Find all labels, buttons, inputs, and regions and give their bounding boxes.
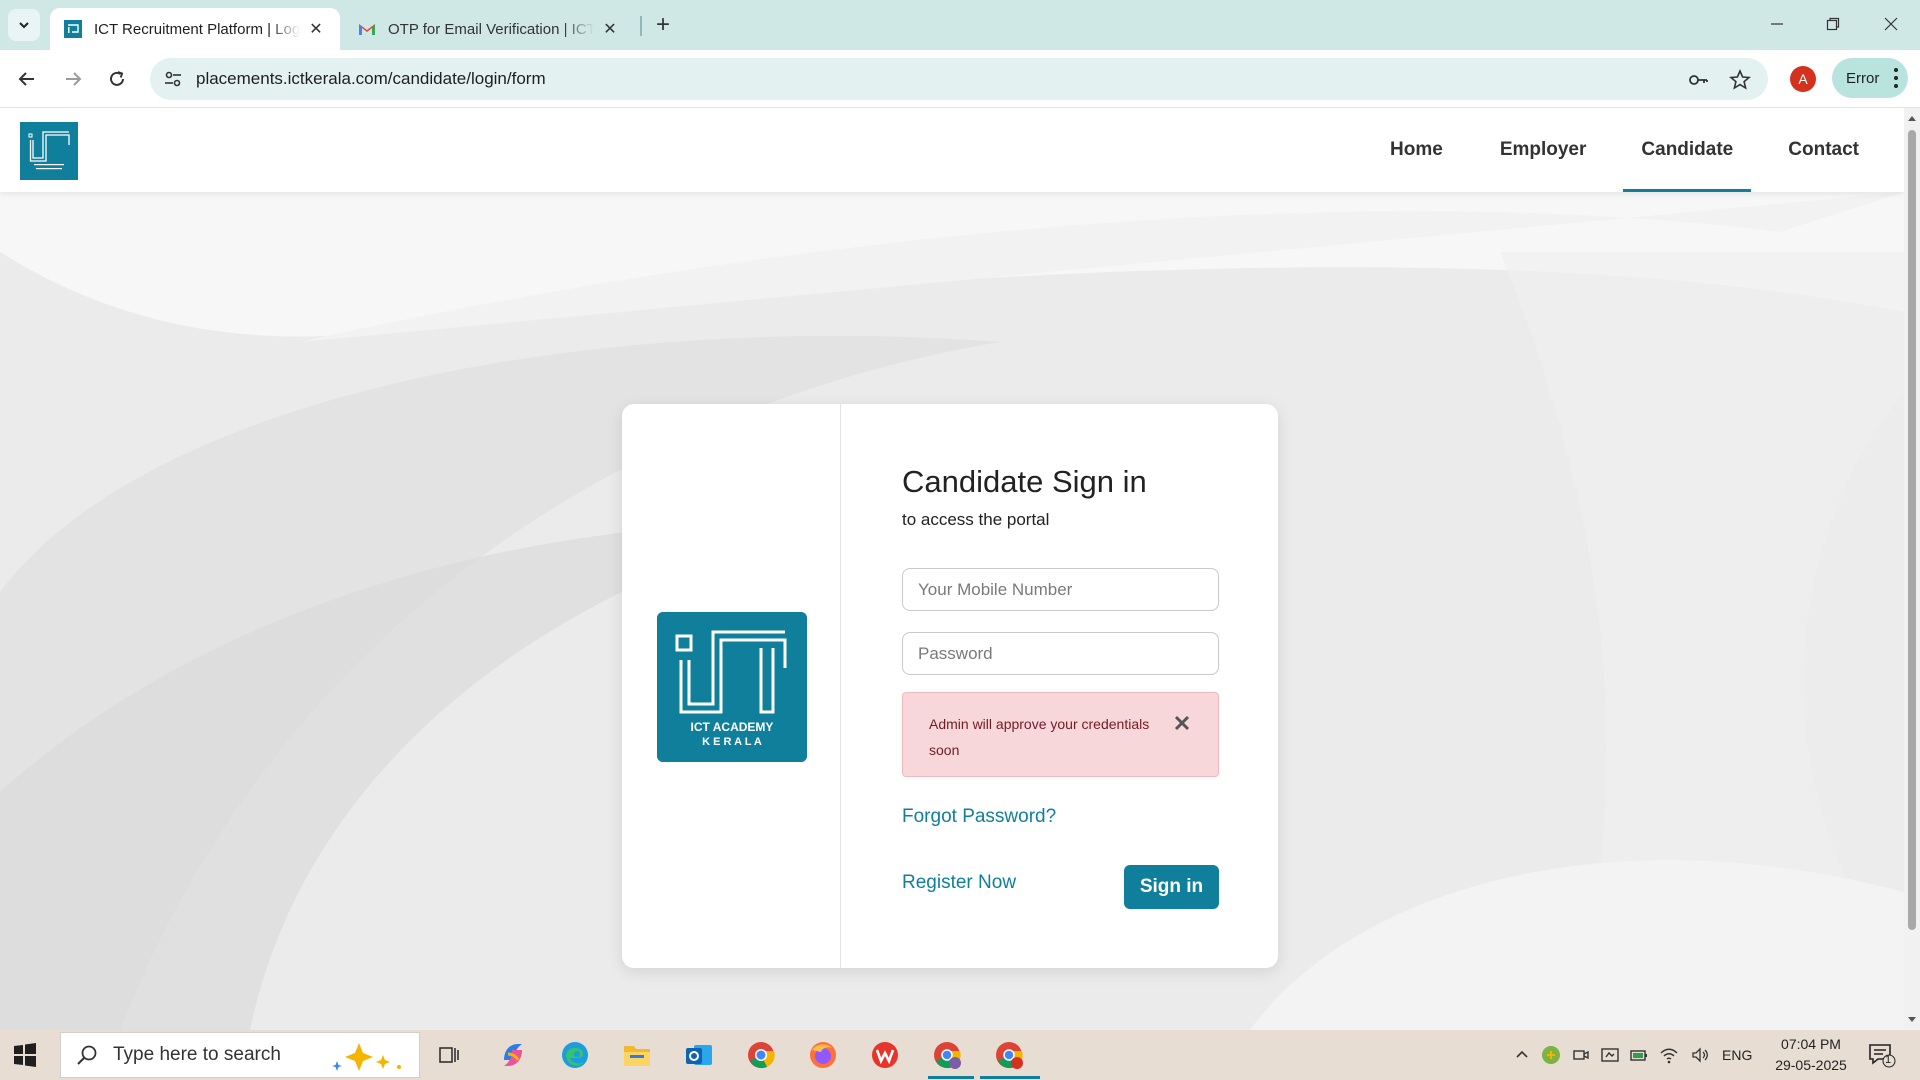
- gmail-icon: [359, 24, 375, 35]
- restore-button[interactable]: [1808, 6, 1858, 42]
- nav-home[interactable]: Home: [1372, 108, 1463, 192]
- page-title: Candidate Sign in: [902, 464, 1147, 499]
- alert-message: Admin will approve your credentials soon: [929, 716, 1150, 758]
- arrow-left-icon: [18, 72, 34, 86]
- page-viewport: Home Employer Candidate Contact ICT ACAD…: [0, 108, 1904, 1030]
- edge-browser-icon[interactable]: [558, 1038, 592, 1072]
- register-now-link[interactable]: Register Now: [902, 872, 1016, 894]
- browser-toolbar: placements.ictkerala.com/candidate/login…: [0, 50, 1920, 108]
- sync-app-icon[interactable]: [1541, 1045, 1561, 1065]
- windows-taskbar: Type here to search ENG 07:04 PM 29-05-2…: [0, 1030, 1920, 1080]
- url-text[interactable]: placements.ictkerala.com/candidate/login…: [196, 69, 546, 89]
- security-app-icon[interactable]: [1600, 1045, 1620, 1065]
- forgot-password-link[interactable]: Forgot Password?: [902, 806, 1056, 828]
- plus-icon: +: [655, 11, 670, 38]
- ict-favicon-icon: [64, 20, 82, 38]
- windows-start-icon[interactable]: [10, 1040, 40, 1070]
- profile-error-label: Error: [1846, 69, 1880, 87]
- restore-icon: [1826, 17, 1840, 31]
- notification-icon: [1869, 1044, 1896, 1068]
- search-icon: [77, 1045, 97, 1065]
- chrome-profile-b-icon[interactable]: [930, 1038, 964, 1072]
- task-view-icon[interactable]: [432, 1038, 466, 1072]
- minimize-icon: [1771, 23, 1783, 25]
- ict-academy-logo[interactable]: [20, 122, 78, 180]
- password-input[interactable]: [902, 632, 1219, 675]
- new-tab-button[interactable]: +: [650, 11, 676, 38]
- address-bar[interactable]: placements.ictkerala.com/candidate/login…: [150, 58, 1768, 100]
- taskbar-search[interactable]: Type here to search: [60, 1032, 420, 1078]
- arrow-right-icon: [66, 72, 82, 86]
- file-explorer-icon[interactable]: [620, 1038, 654, 1072]
- search-placeholder: Type here to search: [113, 1044, 281, 1065]
- volume-icon[interactable]: [1690, 1045, 1710, 1065]
- mobile-number-input[interactable]: [902, 568, 1219, 611]
- chrome-profile-a-icon[interactable]: [992, 1038, 1026, 1072]
- tab-separator: [640, 16, 642, 36]
- site-header: Home Employer Candidate Contact: [0, 108, 1904, 192]
- copilot-sparkle-icon: [332, 1043, 401, 1071]
- site-info-icon[interactable]: [162, 68, 184, 90]
- clock-time[interactable]: 07:04 PM: [1776, 1036, 1846, 1052]
- scroll-down-icon[interactable]: [1907, 1014, 1917, 1024]
- minimize-button[interactable]: [1752, 6, 1802, 42]
- close-icon[interactable]: ✕: [600, 19, 620, 39]
- input-language[interactable]: ENG: [1722, 1047, 1752, 1063]
- nav-employer[interactable]: Employer: [1482, 108, 1605, 192]
- wifi-icon[interactable]: [1659, 1045, 1679, 1065]
- clock-date[interactable]: 29-05-2025: [1770, 1057, 1852, 1073]
- firefox-icon[interactable]: [806, 1038, 840, 1072]
- forward-button[interactable]: [56, 62, 90, 96]
- outlook-icon[interactable]: [682, 1038, 716, 1072]
- scroll-up-icon[interactable]: [1907, 114, 1917, 124]
- approval-alert: Admin will approve your credentials soon: [902, 692, 1219, 777]
- login-card: ICT ACADEMY K E R A L A Candidate Sign i…: [622, 404, 1278, 968]
- card-logo-panel: ICT ACADEMY K E R A L A: [622, 404, 841, 968]
- page-subtitle: to access the portal: [902, 510, 1050, 529]
- tab-title: ICT Recruitment Platform | Login: [94, 20, 300, 38]
- password-key-icon[interactable]: [1686, 68, 1710, 92]
- bookmark-star-icon[interactable]: [1728, 68, 1752, 92]
- scroll-thumb[interactable]: [1908, 130, 1916, 930]
- browser-tab-bar: ICT Recruitment Platform | Login ✕ OTP f…: [0, 0, 1920, 50]
- reload-button[interactable]: [100, 62, 134, 96]
- close-window-button[interactable]: [1866, 6, 1916, 42]
- tab-ict-recruitment[interactable]: ICT Recruitment Platform | Login ✕: [50, 8, 340, 50]
- page-scrollbar[interactable]: [1904, 108, 1920, 1030]
- chevron-down-icon: [19, 22, 29, 29]
- close-icon[interactable]: [1172, 713, 1192, 733]
- close-icon: [1884, 17, 1898, 31]
- close-icon[interactable]: ✕: [306, 19, 326, 39]
- main-nav: Home Employer Candidate Contact: [1353, 108, 1904, 192]
- nav-contact[interactable]: Contact: [1770, 108, 1877, 192]
- tab-otp-email[interactable]: OTP for Email Verification | ICT Academy…: [344, 8, 634, 50]
- back-button[interactable]: [10, 62, 44, 96]
- login-form: Candidate Sign in to access the portal A…: [842, 404, 1278, 968]
- wps-office-icon[interactable]: [868, 1038, 902, 1072]
- logo-text-line1: ICT ACADEMY: [690, 720, 774, 734]
- notification-center-button[interactable]: 1: [1868, 1042, 1896, 1068]
- active-app-indicator: [928, 1076, 974, 1079]
- profile-error-button[interactable]: Error: [1832, 58, 1908, 98]
- nav-candidate[interactable]: Candidate: [1623, 108, 1752, 192]
- active-app-indicator: [980, 1076, 1040, 1079]
- chevron-up-icon[interactable]: [1512, 1045, 1532, 1065]
- copilot-app-icon[interactable]: [496, 1038, 530, 1072]
- reload-icon: [110, 71, 124, 86]
- meet-now-icon[interactable]: [1571, 1045, 1591, 1065]
- tab-title: OTP for Email Verification | ICT Academy: [388, 20, 594, 38]
- sign-in-button[interactable]: Sign in: [1124, 865, 1219, 909]
- logo-text-line2: K E R A L A: [702, 736, 762, 748]
- profile-avatar[interactable]: A: [1790, 66, 1816, 92]
- tab-search-button[interactable]: [8, 9, 40, 41]
- notification-count: 1: [1885, 1054, 1892, 1066]
- kebab-menu-icon[interactable]: [1894, 68, 1898, 88]
- chrome-icon[interactable]: [744, 1038, 778, 1072]
- battery-icon[interactable]: [1629, 1045, 1649, 1065]
